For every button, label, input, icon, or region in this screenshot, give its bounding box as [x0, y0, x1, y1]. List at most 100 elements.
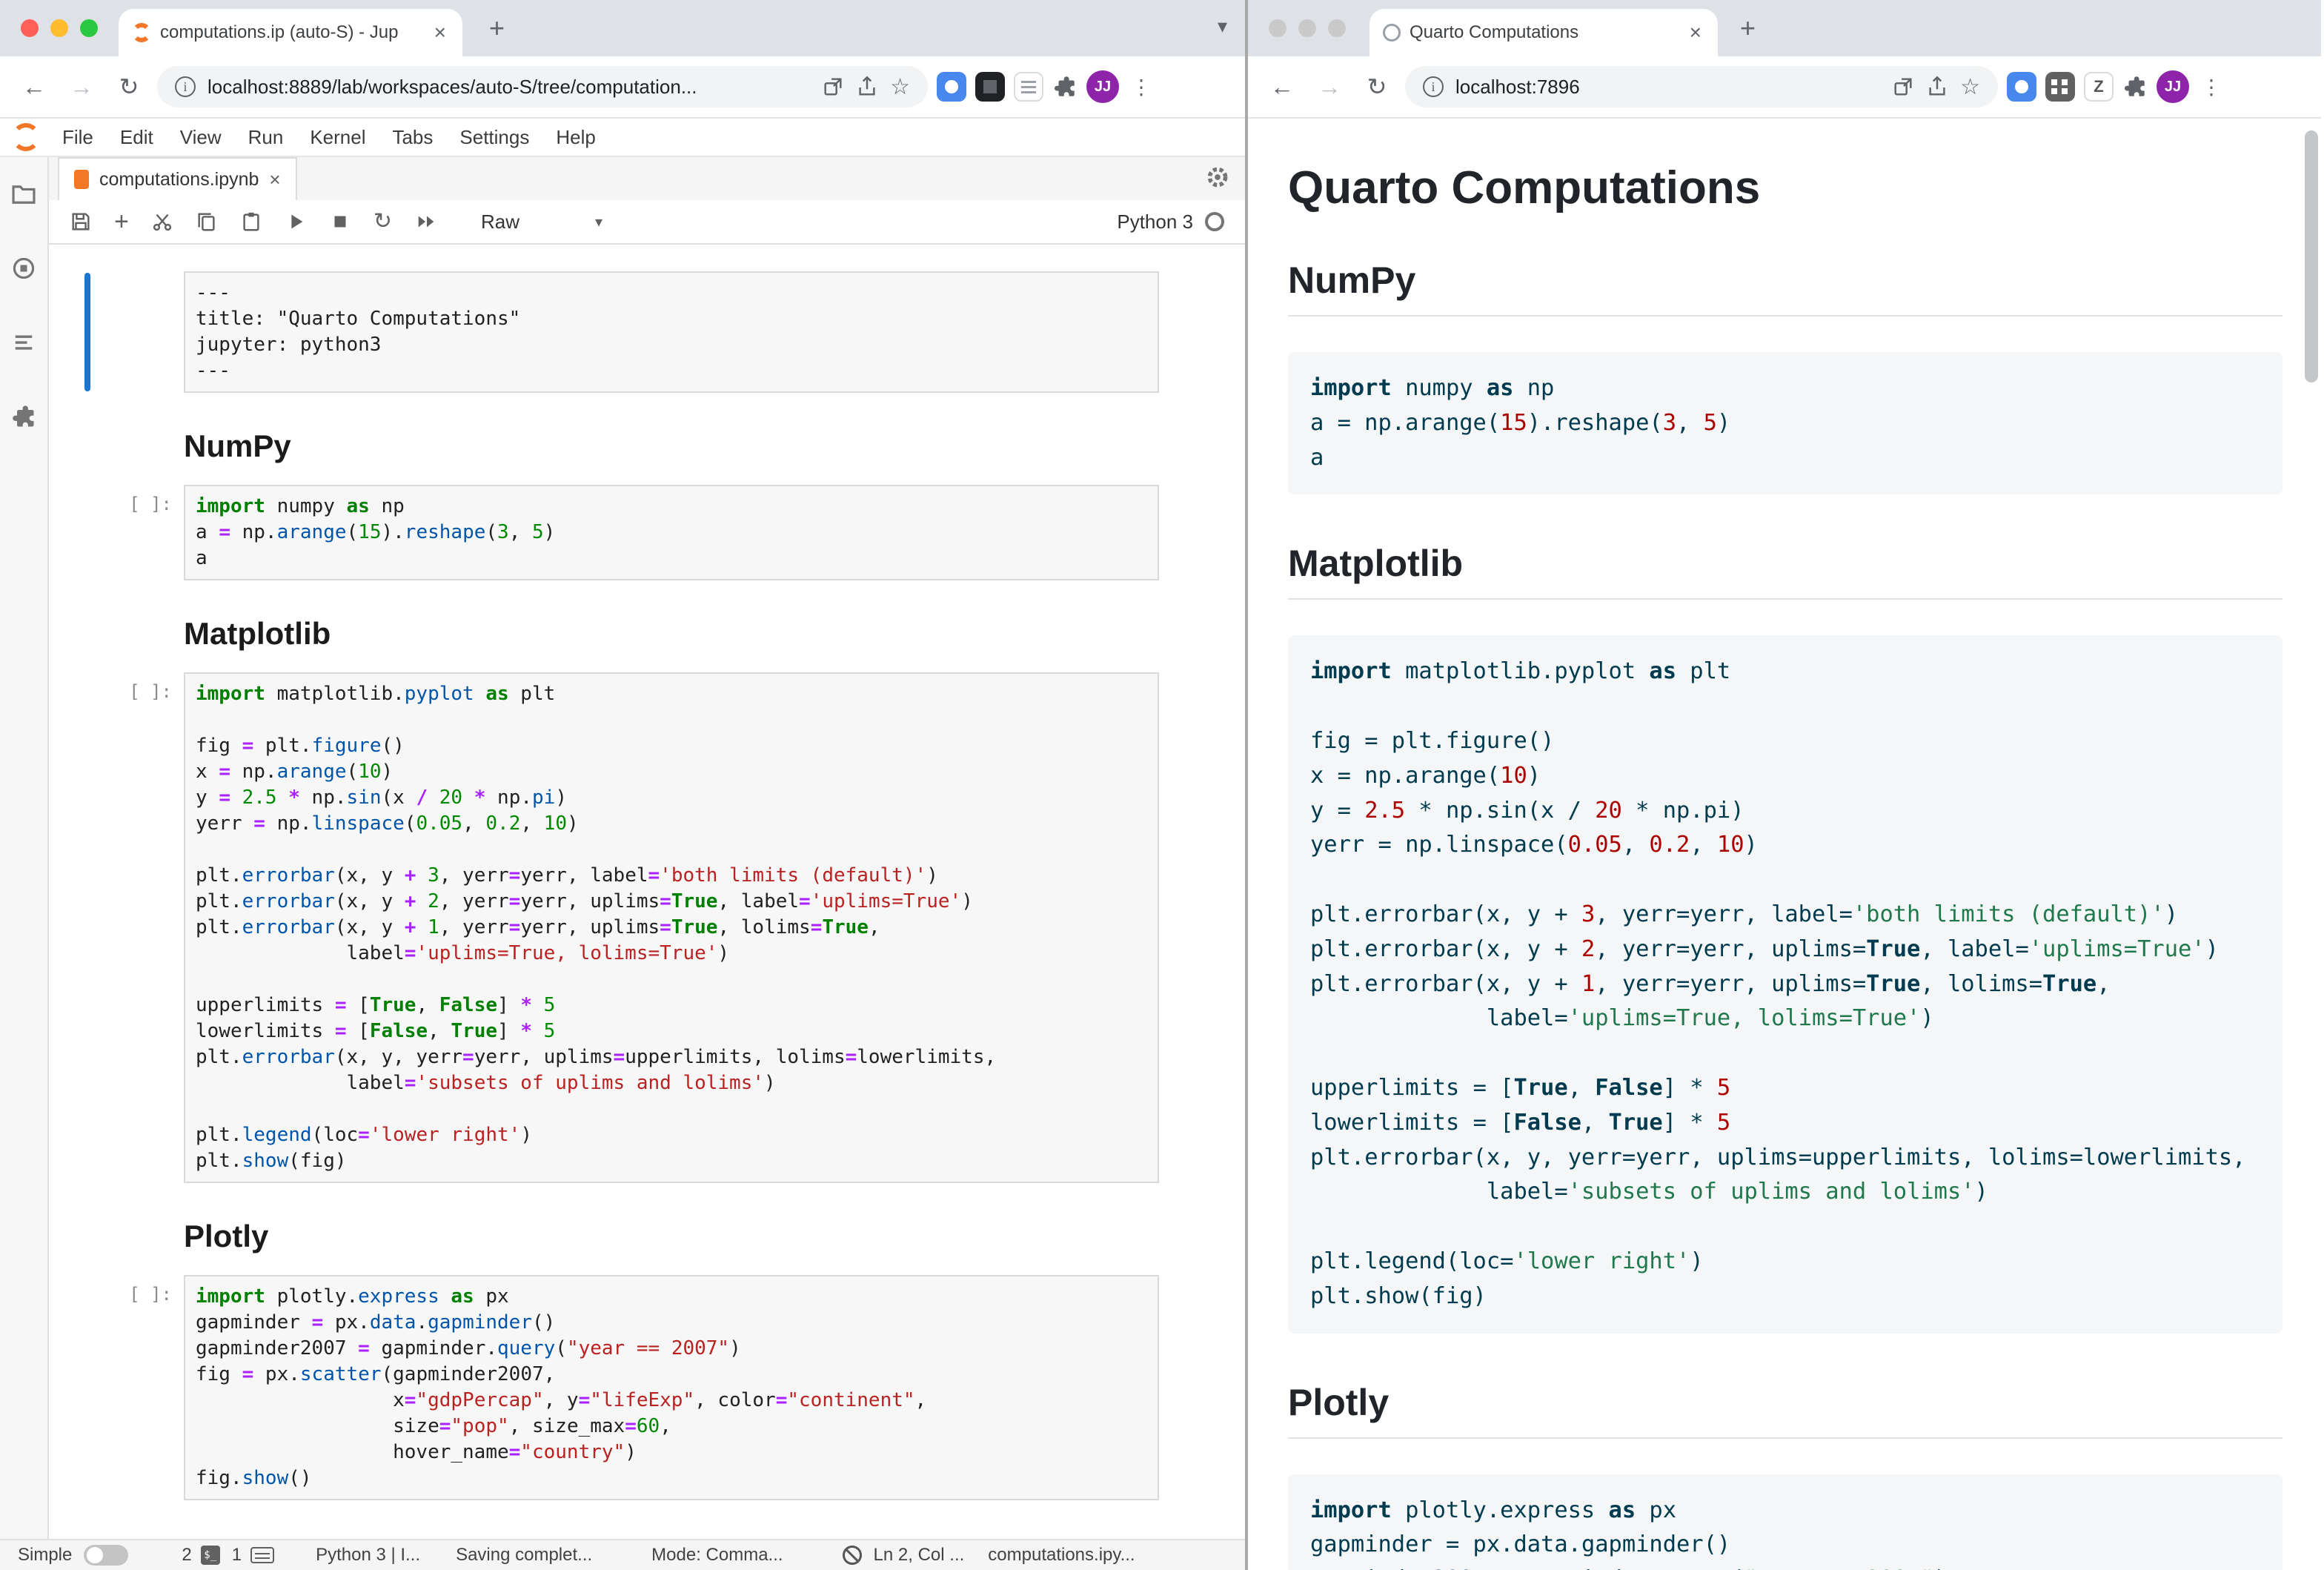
- kernel-status-text[interactable]: Python 3 | I...: [316, 1545, 420, 1566]
- cell-type-dropdown[interactable]: Raw ▾: [481, 211, 602, 233]
- forward-button[interactable]: →: [62, 73, 101, 101]
- file-browser-icon[interactable]: [10, 181, 37, 208]
- zoom-window-button[interactable]: [80, 19, 98, 37]
- cursor-position[interactable]: Ln 2, Col ...: [874, 1545, 965, 1566]
- forward-button[interactable]: →: [1310, 73, 1349, 101]
- extension-icon-2[interactable]: [2045, 72, 2075, 102]
- input-prompt: [ ]:: [89, 681, 172, 702]
- table-of-contents-icon[interactable]: [10, 329, 37, 356]
- left-browser-toolbar: ← → ↻ i localhost:8889/lab/workspaces/au…: [0, 56, 1245, 119]
- insert-cell-icon[interactable]: +: [114, 210, 129, 233]
- menu-edit[interactable]: Edit: [107, 126, 167, 149]
- kernel-count[interactable]: 1: [232, 1545, 242, 1566]
- bookmark-star-icon[interactable]: ☆: [1960, 74, 1980, 100]
- close-tab-icon[interactable]: ×: [431, 21, 449, 44]
- back-button[interactable]: ←: [15, 73, 53, 101]
- menu-file[interactable]: File: [49, 126, 107, 149]
- menu-settings[interactable]: Settings: [446, 126, 542, 149]
- menu-view[interactable]: View: [167, 126, 235, 149]
- code-cell-editor[interactable]: import numpy as npa = np.arange(15).resh…: [184, 485, 1159, 580]
- markdown-heading-plotly: Plotly: [184, 1219, 1245, 1254]
- minimize-window-button[interactable]: [1298, 19, 1316, 37]
- paste-cell-icon[interactable]: [240, 211, 262, 233]
- kernel-indicator[interactable]: Python 3: [1117, 211, 1224, 233]
- close-tab-icon[interactable]: ×: [1687, 21, 1704, 44]
- cut-cell-icon[interactable]: [151, 211, 173, 233]
- reload-button[interactable]: ↻: [110, 73, 148, 101]
- input-prompt: [ ]:: [89, 1284, 172, 1305]
- code-cell-numpy[interactable]: [ ]: import numpy as npa = np.arange(15)…: [184, 485, 1159, 580]
- extension-icon-1[interactable]: [937, 72, 966, 102]
- menu-tabs[interactable]: Tabs: [379, 126, 446, 149]
- extension-icon-1[interactable]: [2007, 72, 2036, 102]
- running-sessions-icon[interactable]: [10, 255, 37, 282]
- browser-menu-icon[interactable]: ⋮: [1128, 75, 1155, 99]
- reload-button[interactable]: ↻: [1358, 73, 1396, 101]
- tab-search-chevron-icon[interactable]: ▾: [1218, 15, 1227, 38]
- dock-panel: computations.ipynb × +: [49, 157, 1245, 1539]
- notebook-scroll-area[interactable]: ---title: "Quarto Computations"jupyter: …: [49, 245, 1245, 1539]
- code-cell-plotly[interactable]: [ ]: import plotly.express as pxgapminde…: [184, 1275, 1159, 1500]
- extension-icon-3[interactable]: [1014, 72, 1043, 102]
- browser-tab[interactable]: computations.ip (auto-S) - Jup ×: [119, 9, 462, 56]
- address-bar[interactable]: i localhost:7896 ☆: [1405, 66, 1998, 107]
- restart-run-all-icon[interactable]: [414, 211, 438, 233]
- minimize-window-button[interactable]: [50, 19, 68, 37]
- extension-manager-icon[interactable]: [10, 403, 37, 430]
- save-icon[interactable]: [70, 211, 92, 233]
- extensions-puzzle-icon[interactable]: [2122, 74, 2148, 99]
- raw-cell[interactable]: ---title: "Quarto Computations"jupyter: …: [184, 271, 1159, 393]
- extension-icon-3[interactable]: Z: [2084, 72, 2114, 102]
- new-tab-button[interactable]: +: [489, 13, 505, 43]
- globe-favicon-icon: [1383, 24, 1401, 42]
- open-in-new-icon[interactable]: [1892, 76, 1914, 98]
- profile-avatar[interactable]: JJ: [2157, 70, 2189, 103]
- run-cell-icon[interactable]: [285, 211, 307, 233]
- profile-avatar[interactable]: JJ: [1086, 70, 1119, 103]
- back-button[interactable]: ←: [1263, 73, 1301, 101]
- terminal-count[interactable]: 2: [182, 1545, 191, 1566]
- code-block-plotly: import plotly.express as pxgapminder = p…: [1288, 1474, 2282, 1570]
- menu-kernel[interactable]: Kernel: [296, 126, 379, 149]
- browser-menu-icon[interactable]: ⋮: [2198, 75, 2225, 99]
- menu-help[interactable]: Help: [542, 126, 608, 149]
- zoom-window-button[interactable]: [1328, 19, 1346, 37]
- notification-slash-icon[interactable]: [843, 1546, 862, 1565]
- menu-run[interactable]: Run: [235, 126, 297, 149]
- site-info-icon[interactable]: i: [1423, 76, 1444, 97]
- copy-cell-icon[interactable]: [196, 211, 218, 233]
- stop-kernel-icon[interactable]: [329, 211, 351, 233]
- page-scrollbar[interactable]: [2305, 130, 2318, 382]
- address-bar[interactable]: i localhost:8889/lab/workspaces/auto-S/t…: [157, 66, 928, 107]
- extensions-puzzle-icon[interactable]: [1052, 74, 1078, 99]
- raw-cell-editor[interactable]: ---title: "Quarto Computations"jupyter: …: [184, 271, 1159, 393]
- simple-mode-toggle[interactable]: [84, 1545, 128, 1566]
- input-prompt: [ ]:: [89, 494, 172, 514]
- left-tab-strip: computations.ip (auto-S) - Jup × + ▾: [0, 0, 1245, 56]
- code-cell-matplotlib[interactable]: [ ]: import matplotlib.pyplot as plt fig…: [184, 672, 1159, 1183]
- share-icon[interactable]: [856, 76, 878, 98]
- close-window-button[interactable]: [21, 19, 39, 37]
- code-block-numpy: import numpy as npa = np.arange(15).resh…: [1288, 352, 2282, 494]
- gear-icon[interactable]: [1205, 165, 1230, 190]
- right-browser-toolbar: ← → ↻ i localhost:7896 ☆ Z JJ ⋮: [1248, 56, 2321, 119]
- code-cell-editor[interactable]: import plotly.express as pxgapminder = p…: [184, 1275, 1159, 1500]
- share-icon[interactable]: [1926, 76, 1948, 98]
- active-cell-collapser[interactable]: [84, 273, 90, 391]
- restart-kernel-icon[interactable]: ↻: [374, 210, 392, 233]
- new-tab-button[interactable]: +: [1740, 13, 1756, 43]
- desktop: computations.ip (auto-S) - Jup × + ▾ ← →…: [0, 0, 2324, 1570]
- code-cell-editor[interactable]: import matplotlib.pyplot as plt fig = pl…: [184, 672, 1159, 1183]
- extension-icon-2[interactable]: [975, 72, 1005, 102]
- markdown-heading-numpy: NumPy: [184, 428, 1245, 464]
- terminal-icon: $_: [201, 1546, 220, 1565]
- status-filename: computations.ipy...: [988, 1545, 1135, 1566]
- close-window-button[interactable]: [1269, 19, 1286, 37]
- site-info-icon[interactable]: i: [175, 76, 196, 97]
- open-in-new-icon[interactable]: [822, 76, 844, 98]
- notebook-tab[interactable]: computations.ipynb ×: [58, 157, 297, 200]
- close-notebook-icon[interactable]: ×: [269, 168, 280, 191]
- window-controls: [1269, 19, 1346, 37]
- browser-tab[interactable]: Quarto Computations ×: [1370, 9, 1718, 56]
- bookmark-star-icon[interactable]: ☆: [890, 74, 910, 100]
